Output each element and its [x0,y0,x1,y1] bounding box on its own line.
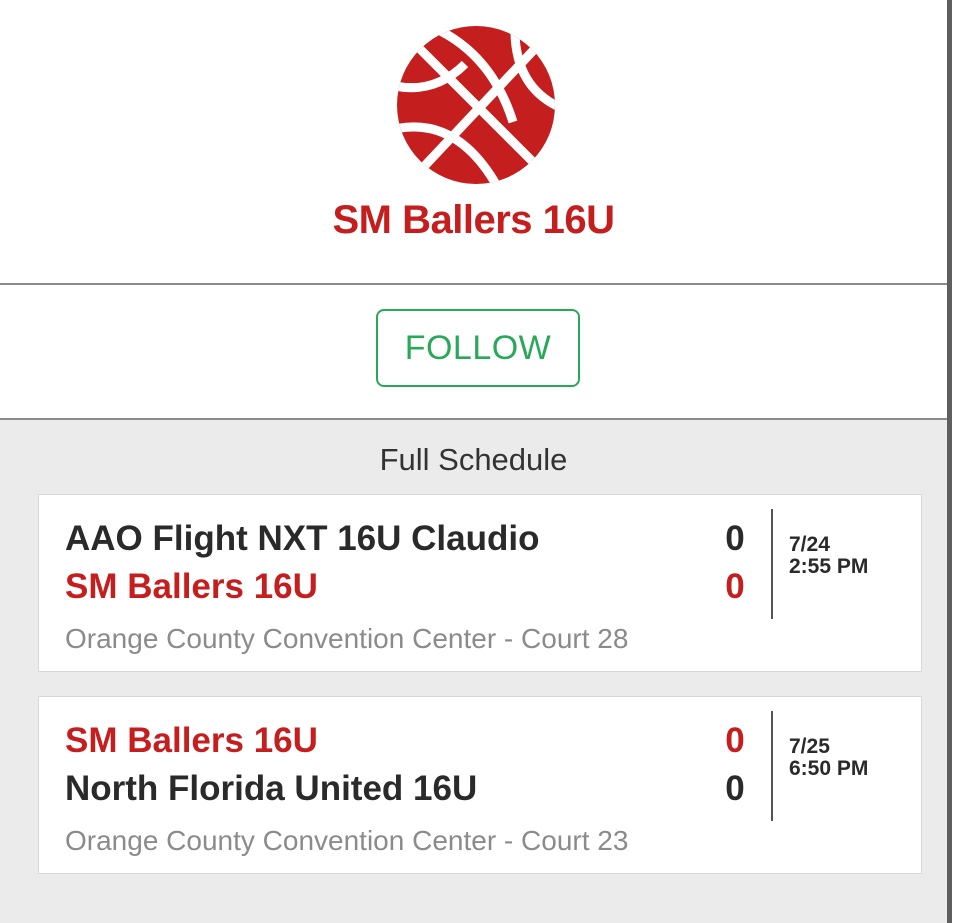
team-header: SM Ballers 16U [0,0,947,283]
game-time: 2:55 PM [789,555,869,578]
follow-button[interactable]: FOLLOW [376,309,580,387]
game-team2-score: 0 [725,567,745,606]
schedule-heading: Full Schedule [379,442,568,477]
game-divider [771,509,773,619]
schedule-section: Full Schedule AAO Flight NXT 16U Claudio… [0,420,947,923]
game-date: 7/24 [789,533,830,556]
game-team1-name: SM Ballers 16U [65,721,318,760]
game-card[interactable]: SM Ballers 16U 0 North Florida United 16… [38,696,922,874]
game-team2-score: 0 [725,769,745,808]
window-edge-bar [947,0,952,923]
team-title: SM Ballers 16U [332,198,615,242]
game-team1-score: 0 [725,519,745,558]
game-team1-score: 0 [725,721,745,760]
game-team2-name: SM Ballers 16U [65,567,318,606]
game-card[interactable]: AAO Flight NXT 16U Claudio 0 SM Ballers … [38,494,922,672]
basketball-icon [397,26,555,184]
game-venue: Orange County Convention Center - Court … [65,825,629,856]
game-date: 7/25 [789,735,830,758]
game-team2-name: North Florida United 16U [65,769,478,808]
game-divider [771,711,773,821]
game-venue: Orange County Convention Center - Court … [65,623,629,654]
game-team1-name: AAO Flight NXT 16U Claudio [65,519,540,558]
follow-section: FOLLOW [0,285,947,418]
game-time: 6:50 PM [789,757,869,780]
